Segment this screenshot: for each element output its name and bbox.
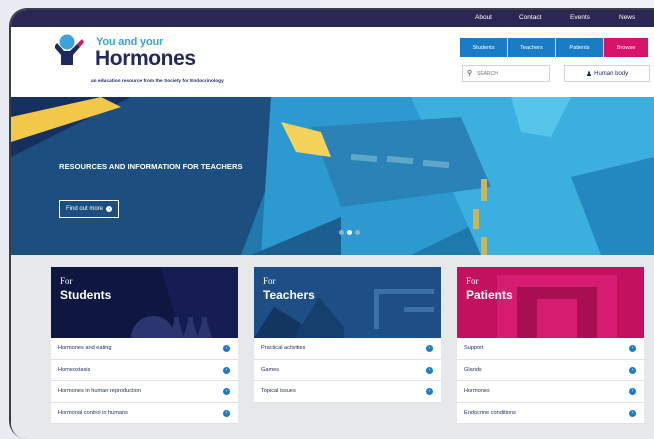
list-item-label: Practical activities [261, 345, 306, 352]
search-icon[interactable]: ⚲ [467, 69, 472, 77]
find-out-more-button[interactable]: Find out more › [59, 200, 120, 218]
site-header: You and your Hormones an education resou… [11, 27, 654, 97]
chevron-right-icon: › [426, 388, 433, 395]
list-item-label: Hormones and eating [58, 345, 112, 352]
list-item-label: Support [464, 345, 484, 352]
card-students: For Students Hormones and eating › Homeos… [51, 267, 238, 424]
card-students-title: Students [60, 288, 112, 302]
list-item[interactable]: Practical activities › [254, 338, 441, 360]
logo-figure-icon[interactable] [55, 33, 85, 65]
list-item[interactable]: Homeostasis › [51, 360, 238, 381]
card-students-header[interactable]: For Students [51, 267, 238, 338]
patients-illustration [457, 267, 644, 338]
list-item[interactable]: Hormones and eating › [51, 338, 238, 360]
list-item-label: Hormones [464, 388, 490, 395]
list-item-label: Glands [464, 366, 482, 373]
list-item[interactable]: Hormones › [457, 381, 644, 403]
carousel-dot[interactable] [355, 230, 360, 235]
chevron-right-icon: › [629, 345, 636, 352]
list-item[interactable]: Endocrine conditions › [457, 403, 644, 424]
list-item[interactable]: Games › [254, 360, 441, 381]
device-frame: About Contact Events News You and your H… [9, 8, 654, 439]
list-item-label: Endocrine conditions [464, 409, 516, 416]
chevron-right-icon: › [223, 366, 230, 374]
hero-background-illustration [11, 97, 654, 255]
nav-news-link[interactable]: News [619, 14, 635, 21]
card-teachers-for: For [263, 276, 276, 286]
browse-button[interactable]: Browse [604, 38, 648, 57]
human-figure-icon: ♟ [585, 70, 593, 78]
human-body-button[interactable]: ♟ Human body [564, 65, 650, 82]
card-patients-header[interactable]: For Patients [457, 267, 644, 338]
card-teachers-header[interactable]: For Teachers [254, 267, 441, 338]
card-teachers-title: Teachers [263, 288, 315, 302]
carousel-dot-active[interactable] [347, 230, 352, 235]
chevron-right-icon: › [223, 409, 230, 417]
list-item[interactable]: Glands › [457, 360, 644, 381]
list-item-label: Games [261, 366, 280, 373]
list-item-label: Hormonal control in humans [58, 409, 128, 416]
nav-events-link[interactable]: Events [570, 14, 590, 21]
audience-nav: Students Teachers Patients Browse [460, 38, 648, 57]
patients-button[interactable]: Patients [556, 38, 604, 57]
list-item[interactable]: Topical issues › [254, 381, 441, 403]
chevron-right-icon: › [223, 345, 230, 352]
lab-flask-illustration [51, 267, 238, 338]
carousel-dots [339, 230, 360, 235]
chevron-right-icon: › [629, 409, 636, 417]
audience-cards-section: For Students Hormones and eating › Homeos… [11, 255, 654, 439]
card-patients-title: Patients [466, 288, 513, 302]
website-screen: About Contact Events News You and your H… [11, 10, 654, 439]
search-input[interactable] [477, 68, 547, 80]
carousel-dot[interactable] [339, 230, 344, 235]
chevron-right-icon: › [629, 366, 636, 374]
chevron-right-icon: › [426, 366, 433, 374]
hero-title: RESOURCES AND INFORMATION FOR TEACHERS [59, 162, 243, 171]
card-patients-for: For [466, 276, 479, 286]
nav-contact-link[interactable]: Contact [519, 14, 541, 21]
list-item-label: Topical issues [261, 388, 296, 395]
hero-banner: RESOURCES AND INFORMATION FOR TEACHERS F… [11, 97, 654, 255]
chevron-right-circle-icon: › [106, 206, 113, 212]
list-item-label: Homeostasis [58, 366, 91, 373]
logo-title[interactable]: Hormones [95, 47, 196, 71]
search-box[interactable]: ⚲ [462, 65, 550, 82]
card-patients: For Patients Support › Glands › Hormones › … [457, 267, 644, 424]
teachers-button[interactable]: Teachers [508, 38, 556, 57]
list-item-label: Hormones in human reproduction [58, 388, 142, 395]
card-teachers: For Teachers Practical activities › Games… [254, 267, 441, 403]
chevron-right-icon: › [629, 388, 636, 395]
students-button[interactable]: Students [460, 38, 508, 57]
chevron-right-icon: › [223, 388, 230, 395]
top-navigation: About Contact Events News [11, 10, 654, 27]
list-item[interactable]: Hormonal control in humans › [51, 403, 238, 424]
find-out-more-label: Find out more [66, 206, 104, 212]
chevron-right-icon: › [426, 345, 433, 352]
nav-about-link[interactable]: About [475, 14, 492, 21]
list-item[interactable]: Support › [457, 338, 644, 360]
list-item[interactable]: Hormones in human reproduction › [51, 381, 238, 403]
card-students-for: For [60, 276, 73, 286]
teachers-illustration [254, 267, 441, 338]
logo-tagline: an education resource from the Society f… [91, 79, 224, 84]
human-body-label: Human body [594, 70, 629, 77]
